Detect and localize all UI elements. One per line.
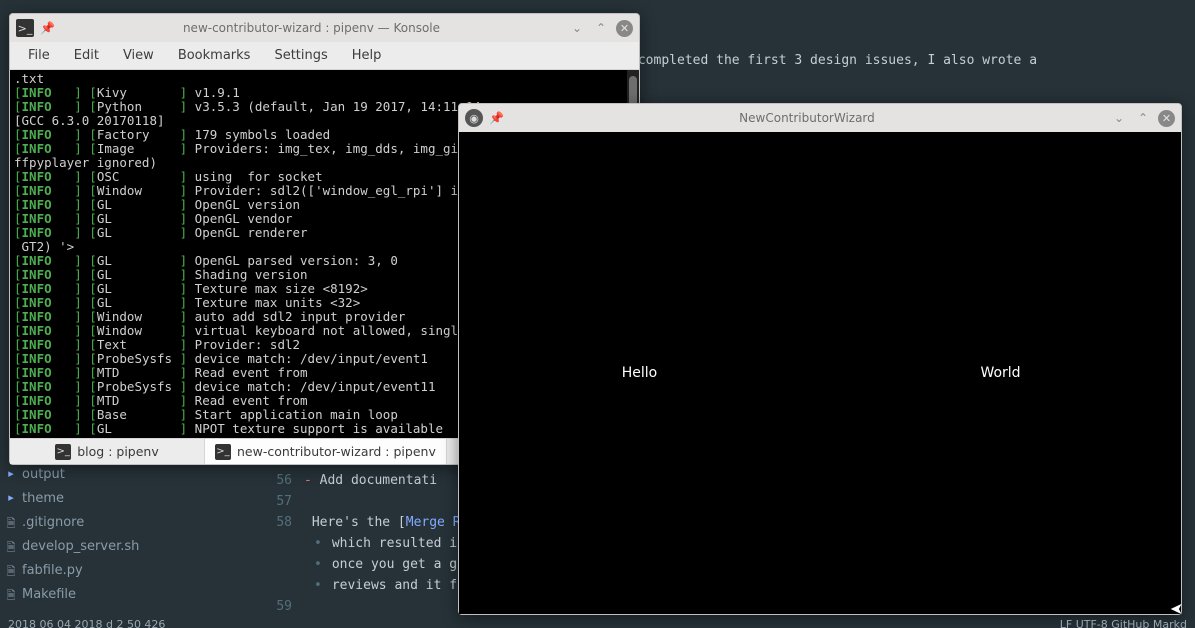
konsole-tab[interactable]: >_ blog : pipenv	[10, 439, 205, 464]
kivy-title: NewContributorWizard	[510, 111, 1104, 125]
terminal-line: .txt	[14, 72, 635, 86]
menu-help[interactable]: Help	[340, 42, 394, 69]
file-icon: 🗎	[4, 515, 18, 529]
menu-file[interactable]: File	[16, 42, 62, 69]
pin-icon[interactable]: 📌	[489, 111, 504, 125]
menu-settings[interactable]: Settings	[262, 42, 339, 69]
menu-edit[interactable]: Edit	[62, 42, 111, 69]
file-tree: ▸output ▸theme 🗎.gitignore 🗎develop_serv…	[0, 462, 260, 606]
status-right: LF UTF-8 GitHub Markd	[1060, 618, 1187, 628]
file-tree-item[interactable]: 🗎Makefile	[0, 582, 260, 606]
file-tree-item[interactable]: ▸output	[0, 462, 260, 486]
file-tree-item[interactable]: 🗎fabfile.py	[0, 558, 260, 582]
terminal-app-icon: >_	[16, 19, 34, 37]
tab-label: new-contributor-wizard : pipenv	[237, 444, 436, 459]
kivy-titlebar[interactable]: ◉ 📌 NewContributorWizard ⌄ ⌃ ✕	[459, 104, 1181, 132]
kivy-app-icon: ◉	[465, 109, 483, 127]
konsole-titlebar[interactable]: >_ 📌 new-contributor-wizard : pipenv — K…	[10, 14, 639, 42]
editor-status-bar: 2018 06 04 2018 d 2 50 426 LF UTF-8 GitH…	[0, 618, 1195, 628]
folder-icon: ▸	[4, 491, 18, 505]
konsole-menubar: File Edit View Bookmarks Settings Help	[10, 42, 639, 70]
file-tree-item[interactable]: 🗎.gitignore	[0, 510, 260, 534]
menu-bookmarks[interactable]: Bookmarks	[166, 42, 263, 69]
file-tree-item[interactable]: 🗎develop_server.sh	[0, 534, 260, 558]
cursor-icon: ➤	[1170, 599, 1183, 618]
tab-label: blog : pipenv	[77, 444, 159, 459]
merge-link[interactable]: Merge R	[406, 515, 461, 530]
konsole-title: new-contributor-wizard : pipenv — Konsol…	[61, 21, 562, 35]
terminal-tab-icon: >_	[55, 444, 71, 460]
kivy-right-label[interactable]: World	[820, 132, 1181, 614]
file-icon: 🗎	[4, 587, 18, 601]
file-tree-item[interactable]: ▸theme	[0, 486, 260, 510]
minimize-button[interactable]: ⌄	[1110, 109, 1128, 127]
terminal-line: [INFO ] [Kivy ] v1.9.1	[14, 86, 635, 100]
folder-icon: ▸	[4, 467, 18, 481]
menu-view[interactable]: View	[111, 42, 166, 69]
close-button[interactable]: ✕	[616, 20, 633, 37]
file-icon: 🗎	[4, 539, 18, 553]
konsole-tab[interactable]: >_ new-contributor-wizard : pipenv	[205, 439, 447, 464]
file-icon: 🗎	[4, 563, 18, 577]
pin-icon[interactable]: 📌	[40, 21, 55, 35]
kivy-content: Hello World	[459, 132, 1181, 614]
maximize-button[interactable]: ⌃	[1134, 109, 1152, 127]
minimize-button[interactable]: ⌄	[568, 19, 586, 37]
status-left: 2018 06 04 2018 d 2 50 426	[8, 618, 165, 628]
terminal-tab-icon: >_	[215, 444, 231, 460]
close-button[interactable]: ✕	[1158, 110, 1175, 127]
maximize-button[interactable]: ⌃	[592, 19, 610, 37]
editor-lower[interactable]: 56- Add documentati 57 58 Here's the [Me…	[262, 470, 481, 617]
kivy-app-window: ◉ 📌 NewContributorWizard ⌄ ⌃ ✕ Hello Wor…	[458, 103, 1182, 615]
kivy-left-label[interactable]: Hello	[459, 132, 820, 614]
